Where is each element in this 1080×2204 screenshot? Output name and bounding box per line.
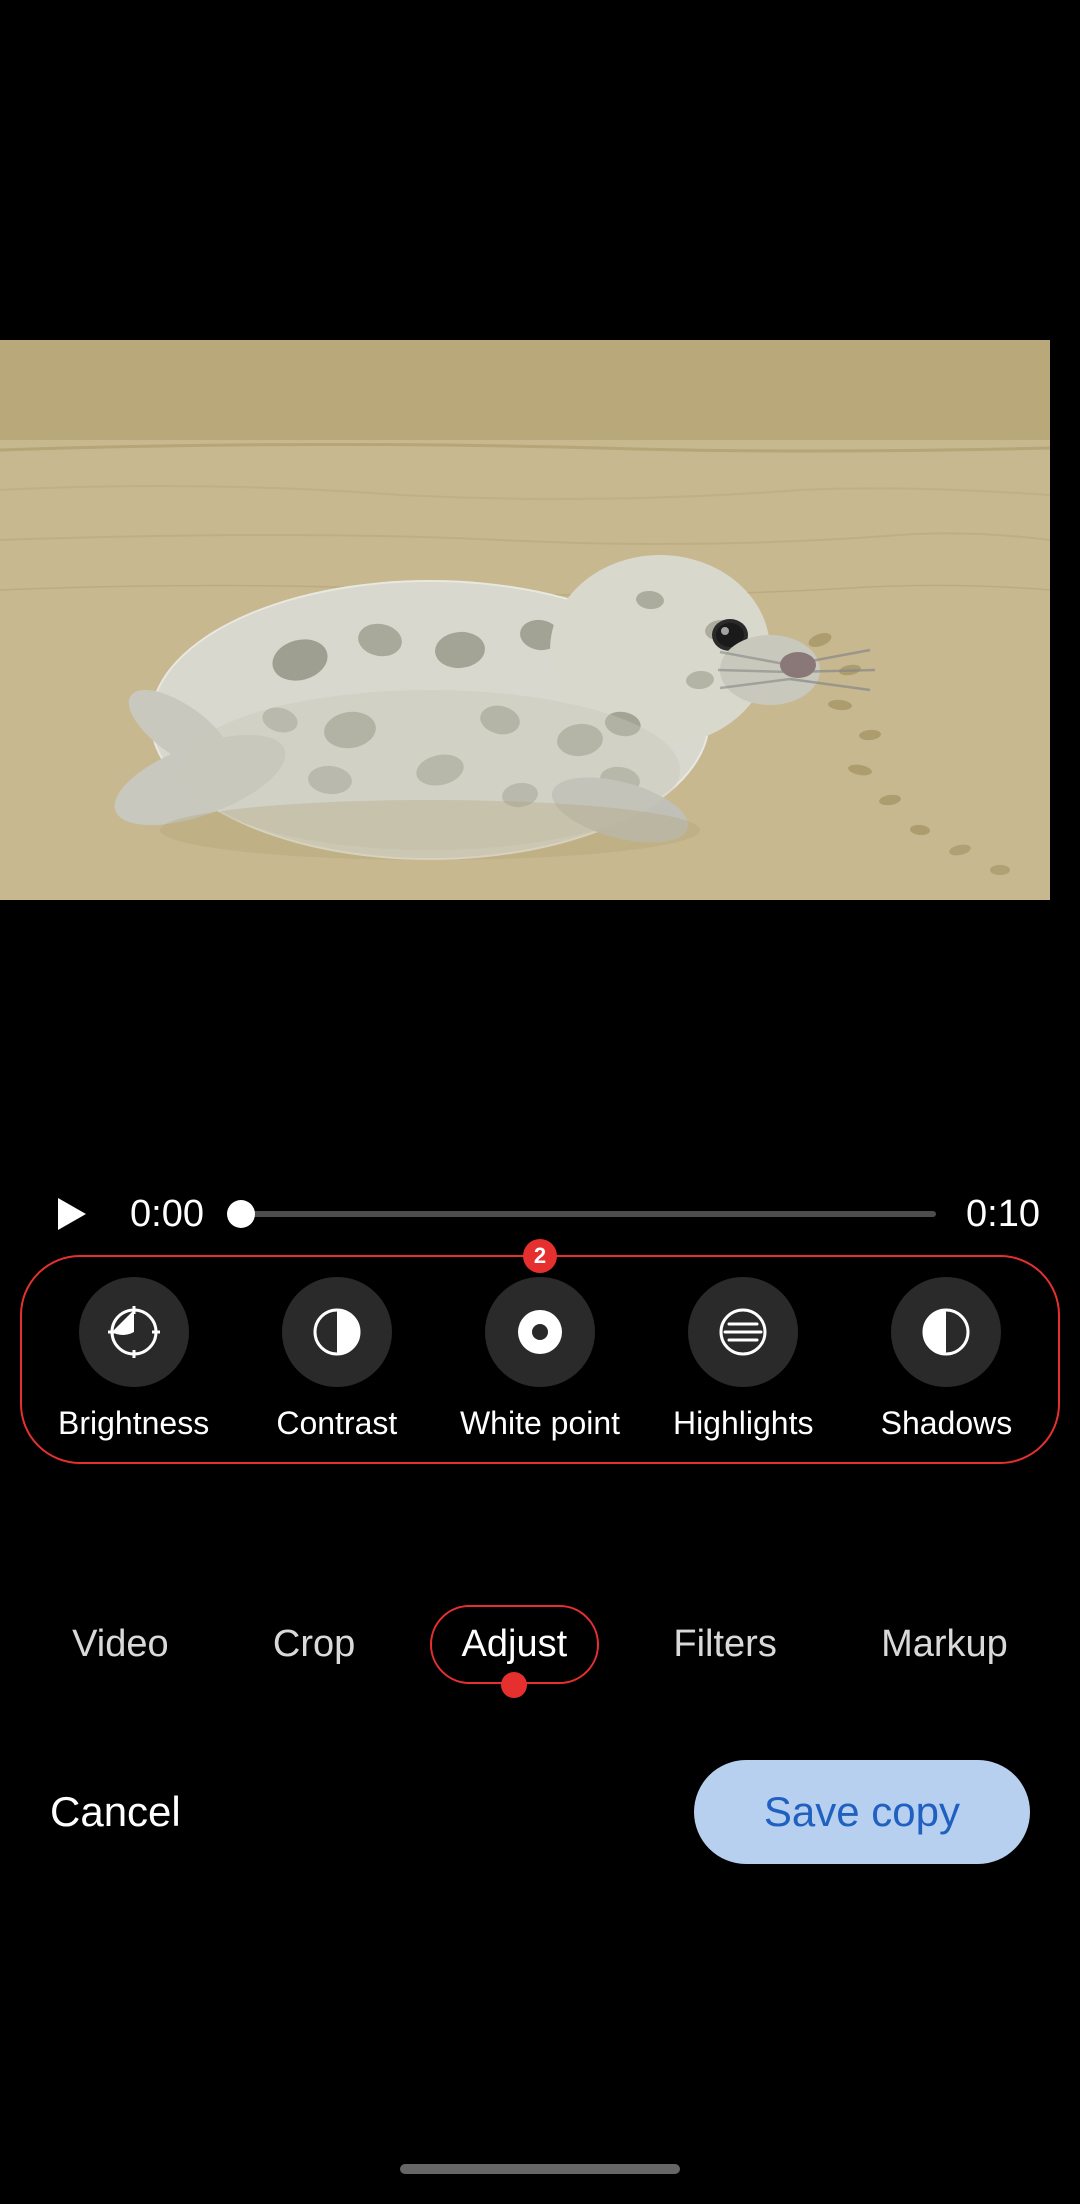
shadows-icon-circle[interactable]	[891, 1277, 1001, 1387]
white-point-label: White point	[460, 1405, 620, 1442]
tab-crop[interactable]: Crop	[243, 1607, 385, 1682]
save-copy-button[interactable]: Save copy	[694, 1760, 1030, 1864]
contrast-icon	[309, 1304, 365, 1360]
tool-white-point[interactable]: White point	[438, 1277, 641, 1442]
playback-bar: 0:00 0:10	[0, 1184, 1080, 1244]
tool-shadows[interactable]: Shadows	[845, 1277, 1048, 1442]
scrubber[interactable]	[234, 1210, 936, 1218]
tools-scroll-row[interactable]: 2 Brightness	[20, 1255, 1060, 1464]
time-total: 0:10	[966, 1193, 1040, 1236]
brightness-icon-circle[interactable]	[79, 1277, 189, 1387]
scrubber-thumb[interactable]	[227, 1200, 255, 1228]
home-indicator	[400, 2164, 680, 2174]
shadows-icon	[918, 1304, 974, 1360]
video-area: 0:00 0:10 2	[0, 0, 1080, 2204]
tools-badge: 2	[523, 1239, 557, 1273]
tool-contrast[interactable]: Contrast	[235, 1277, 438, 1442]
highlights-icon-circle[interactable]	[688, 1277, 798, 1387]
contrast-icon-circle[interactable]	[282, 1277, 392, 1387]
shadows-label: Shadows	[881, 1405, 1013, 1442]
highlights-label: Highlights	[673, 1405, 814, 1442]
tab-adjust[interactable]: Adjust	[430, 1605, 600, 1684]
photo-frame	[0, 340, 1050, 900]
bottom-actions-bar: Cancel Save copy	[0, 1760, 1080, 1864]
photo-seal	[0, 340, 1050, 900]
adjust-tools-panel: 2 Brightness	[0, 1255, 1080, 1464]
brightness-label: Brightness	[58, 1405, 209, 1442]
highlights-icon	[715, 1304, 771, 1360]
tool-brightness[interactable]: Brightness	[32, 1277, 235, 1442]
brightness-icon	[106, 1304, 162, 1360]
play-button[interactable]	[40, 1184, 100, 1244]
cancel-button[interactable]: Cancel	[50, 1788, 181, 1836]
tab-filters[interactable]: Filters	[643, 1607, 806, 1682]
white-point-icon-circle[interactable]	[485, 1277, 595, 1387]
bottom-tab-bar: Video Crop Adjust Filters Markup	[0, 1605, 1080, 1684]
tool-highlights[interactable]: Highlights	[642, 1277, 845, 1442]
tab-markup[interactable]: Markup	[851, 1607, 1038, 1682]
tab-video[interactable]: Video	[42, 1607, 199, 1682]
white-point-icon	[512, 1304, 568, 1360]
adjust-tab-badge	[501, 1672, 527, 1698]
scrubber-track[interactable]	[234, 1211, 936, 1217]
time-current: 0:00	[130, 1193, 204, 1236]
contrast-label: Contrast	[276, 1405, 397, 1442]
